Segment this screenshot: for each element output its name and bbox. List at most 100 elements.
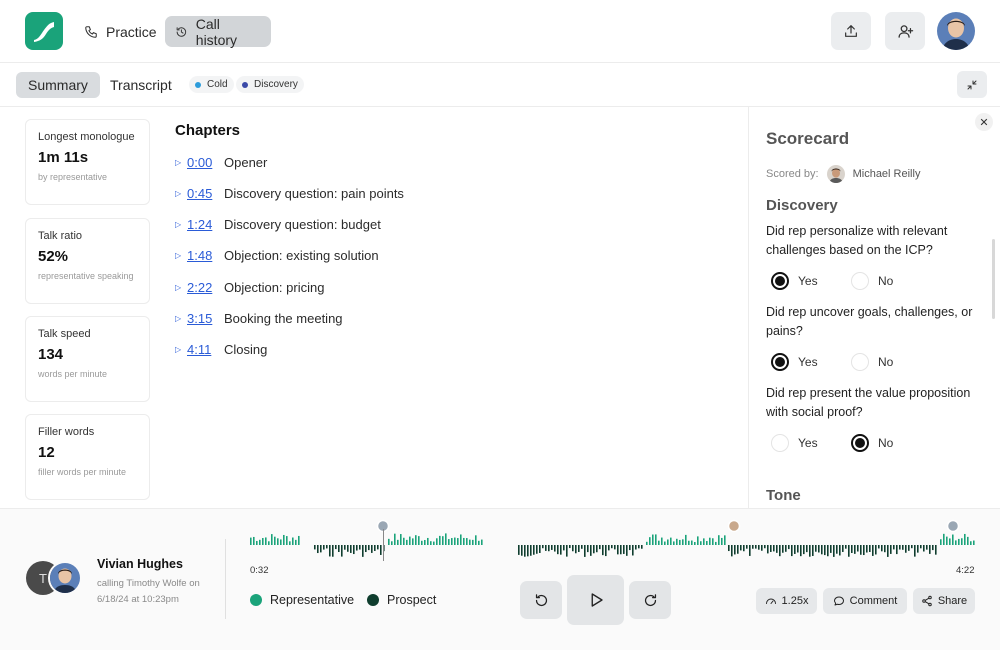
waveform-bar-representative <box>664 541 666 545</box>
waveform-bar-representative <box>268 541 270 545</box>
waveform-bar-representative <box>679 539 681 545</box>
tab-summary[interactable]: Summary <box>16 72 100 98</box>
legend-label: Prospect <box>387 593 437 607</box>
waveform-bar-representative <box>451 538 453 545</box>
comment-button[interactable]: Comment <box>823 588 907 614</box>
waveform-bar-representative <box>670 537 672 545</box>
chapter-item[interactable]: ▷ 2:22 Objection: pricing <box>175 278 324 296</box>
waveform-bar-prospect <box>323 545 325 550</box>
sub-bar: Summary Transcript Cold Discovery <box>0 63 1000 107</box>
legend-swatch <box>250 594 262 606</box>
waveform-bar-prospect <box>773 545 775 552</box>
close-scorecard-button[interactable]: ✕ <box>975 113 993 131</box>
waveform-bar-prospect <box>764 545 766 549</box>
chapter-item[interactable]: ▷ 0:00 Opener <box>175 153 267 171</box>
chapter-time-link[interactable]: 1:48 <box>187 248 224 263</box>
waveform-bar-prospect <box>815 545 817 552</box>
waveform-bar-prospect <box>812 545 814 556</box>
radio-yes[interactable] <box>771 353 789 371</box>
comment-marker-avatar[interactable] <box>946 519 960 533</box>
waveform-bar-prospect <box>548 545 550 552</box>
chapter-time-link[interactable]: 3:15 <box>187 311 224 326</box>
nav-call-history[interactable]: Call history <box>165 16 271 48</box>
speed-button[interactable]: 1.25x <box>756 588 817 614</box>
chapter-label: Discovery question: pain points <box>224 185 404 201</box>
radio-no[interactable] <box>851 353 869 371</box>
waveform-bar-representative <box>658 540 660 545</box>
waveform-bar-representative <box>949 538 951 545</box>
legend-prospect: Prospect <box>367 593 436 607</box>
tab-transcript[interactable]: Transcript <box>98 72 184 98</box>
answer-group: Yes No <box>771 353 911 371</box>
waveform-bar-prospect <box>578 545 580 552</box>
nav-practice[interactable]: Practice <box>74 16 169 47</box>
playhead[interactable] <box>383 529 384 561</box>
share-button[interactable]: Share <box>913 588 975 614</box>
scorecard-scrollbar[interactable] <box>992 239 995 319</box>
chapter-time-link[interactable]: 1:24 <box>187 217 224 232</box>
waveform-bar-prospect <box>557 545 559 555</box>
waveform-bar-representative <box>967 536 969 545</box>
chapter-label: Discovery question: budget <box>224 216 381 232</box>
waveform-bar-representative <box>943 533 945 545</box>
chapter-time-link[interactable]: 2:22 <box>187 280 224 295</box>
app-logo[interactable] <box>25 12 63 50</box>
rep-avatar <box>48 561 82 595</box>
waveform-bar-prospect <box>608 545 610 551</box>
waveform-bar-prospect <box>530 545 532 556</box>
chapter-item[interactable]: ▷ 1:24 Discovery question: budget <box>175 215 381 233</box>
chapter-time-link[interactable]: 0:00 <box>187 155 224 170</box>
rewind-button[interactable] <box>520 581 562 619</box>
chapters-title: Chapters <box>175 122 241 139</box>
waveform-bar-prospect <box>884 545 886 553</box>
collapse-button[interactable] <box>957 71 987 98</box>
waveform-bar-prospect <box>899 545 901 550</box>
add-user-button[interactable] <box>885 12 925 50</box>
waveform-bar-prospect <box>593 545 595 554</box>
radio-yes[interactable] <box>771 434 789 452</box>
stat-label: Talk ratio <box>38 230 83 242</box>
chapter-time-link[interactable]: 4:11 <box>187 342 224 357</box>
chapter-item[interactable]: ▷ 0:45 Discovery question: pain points <box>175 184 404 202</box>
stat-value: 134 <box>38 346 64 363</box>
waveform-bar-prospect <box>368 545 370 551</box>
chapter-item[interactable]: ▷ 1:48 Objection: existing solution <box>175 246 379 264</box>
speed-label: 1.25x <box>781 595 809 607</box>
waveform-bar-representative <box>721 537 723 545</box>
waveform-bar-prospect <box>797 545 799 553</box>
chapter-item[interactable]: ▷ 3:15 Booking the meeting <box>175 309 343 327</box>
waveform-bar-prospect <box>836 545 838 554</box>
legend-representative: Representative <box>250 593 354 607</box>
waveform-bar-prospect <box>377 545 379 550</box>
scorecard-title: Scorecard <box>766 129 850 148</box>
stat-sub: by representative <box>38 172 108 182</box>
waveform-bar-representative <box>295 539 297 545</box>
play-button[interactable] <box>567 575 624 625</box>
upload-button[interactable] <box>831 12 871 50</box>
chapter-label: Objection: existing solution <box>224 247 379 263</box>
waveform-bar-representative <box>286 536 288 545</box>
waveform-bar-prospect <box>524 545 526 557</box>
radio-yes[interactable] <box>771 272 789 290</box>
radio-no[interactable] <box>851 272 869 290</box>
forward-icon <box>644 593 656 606</box>
waveform-bar-representative <box>265 537 267 545</box>
waveform-bar-prospect <box>602 545 604 556</box>
chapter-item[interactable]: ▷ 4:11 Closing <box>175 340 267 358</box>
waveform-bar-representative <box>685 534 687 545</box>
waveform-bar-prospect <box>332 545 334 557</box>
waveform-bar-prospect <box>569 545 571 549</box>
chapter-time-link[interactable]: 0:45 <box>187 186 224 201</box>
user-avatar[interactable] <box>937 12 975 50</box>
waveform-bar-representative <box>697 536 699 545</box>
comment-marker-avatar[interactable] <box>727 519 741 533</box>
waveform-bar-prospect <box>380 545 382 555</box>
waveform-bar-prospect <box>779 545 781 557</box>
waveform-bar-representative <box>400 534 402 545</box>
radio-no[interactable] <box>851 434 869 452</box>
radio-no-label: No <box>878 355 894 369</box>
forward-button[interactable] <box>629 581 671 619</box>
waveform-bar-prospect <box>896 545 898 555</box>
waveform[interactable] <box>250 519 976 565</box>
waveform-bar-representative <box>439 535 441 545</box>
